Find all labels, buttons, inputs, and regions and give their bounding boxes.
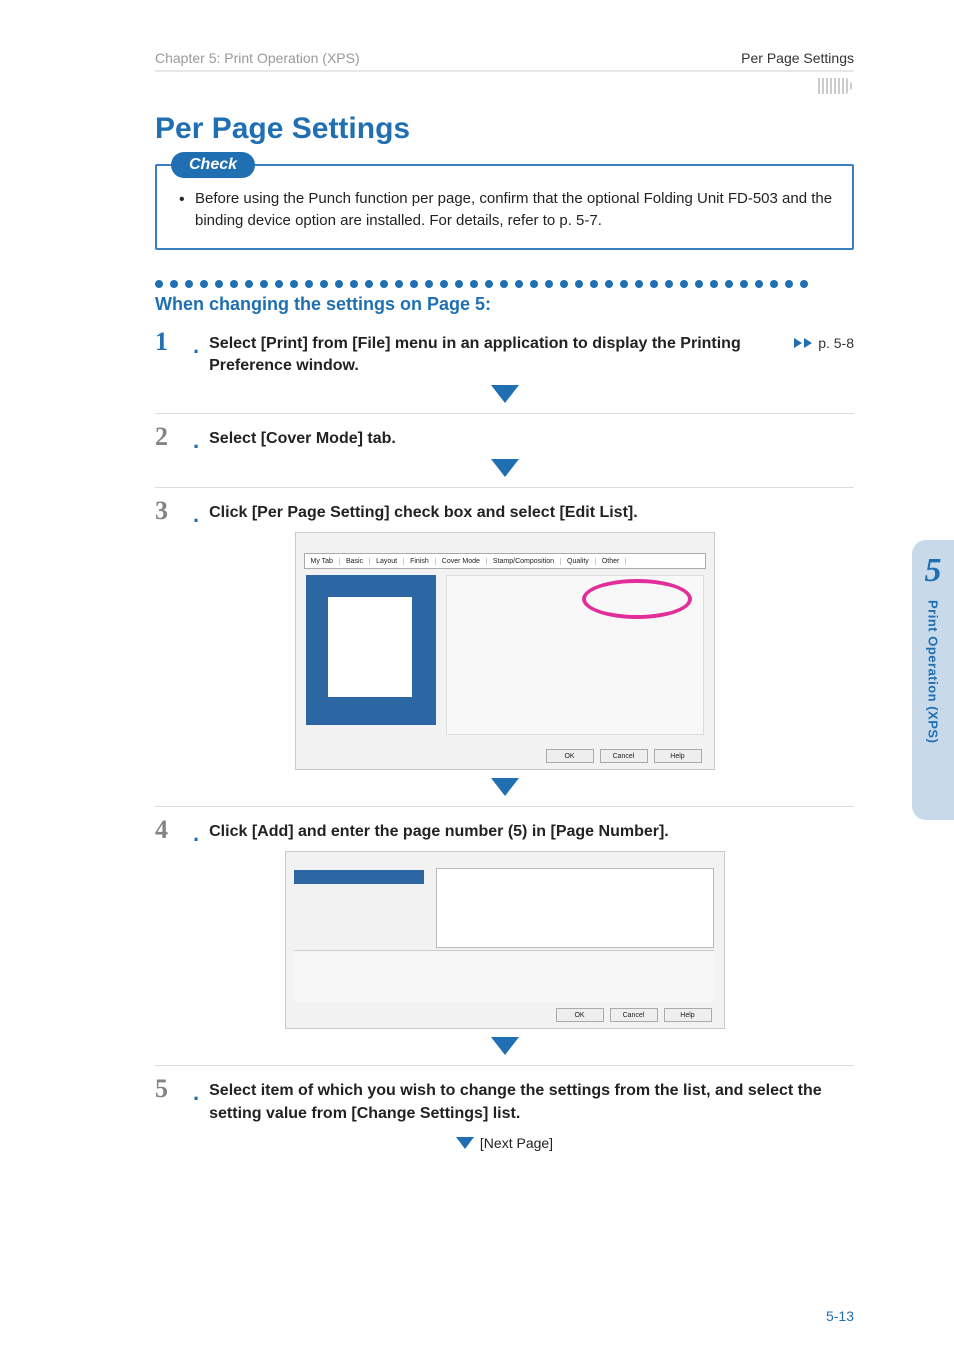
- page-number-panel: [294, 870, 424, 884]
- page-header: Chapter 5: Print Operation (XPS) Per Pag…: [155, 50, 854, 72]
- step-2: 2 . Select [Cover Mode] tab.: [155, 424, 854, 450]
- step-divider: [155, 487, 854, 488]
- flow-arrow-icon: [491, 1037, 519, 1055]
- step-1-text: Select [Print] from [File] menu in an ap…: [209, 329, 764, 378]
- step-4-text: Click [Add] and enter the page number (5…: [209, 817, 854, 843]
- step-3: 3 . Click [Per Page Setting] check box a…: [155, 498, 854, 524]
- step-divider: [155, 806, 854, 807]
- step-divider: [155, 1065, 854, 1066]
- step-dot-icon: .: [193, 823, 199, 845]
- highlight-ring-icon: [582, 579, 692, 619]
- header-ornament: [155, 78, 854, 94]
- check-callout: Check Before using the Punch function pe…: [155, 164, 854, 250]
- step-2-number: 2: [155, 424, 185, 450]
- chapter-side-tab: 5 Print Operation (XPS): [912, 540, 954, 820]
- step-5-text: Select item of which you wish to change …: [209, 1076, 854, 1125]
- step-1: 1 . Select [Print] from [File] menu in a…: [155, 329, 854, 378]
- ok-button[interactable]: OK: [546, 749, 594, 763]
- step-dot-icon: .: [193, 335, 199, 357]
- check-bullet: Before using the Punch function per page…: [173, 188, 836, 232]
- step-1-ref-text: p. 5-8: [818, 335, 854, 351]
- dotted-divider: [155, 278, 854, 290]
- reference-arrow-icon: [804, 338, 812, 348]
- step-5: 5 . Select item of which you wish to cha…: [155, 1076, 854, 1125]
- screenshot-edit-list: OK Cancel Help: [285, 851, 725, 1029]
- help-button[interactable]: Help: [654, 749, 702, 763]
- step-dot-icon: .: [193, 504, 199, 526]
- step-1-number: 1: [155, 329, 185, 355]
- next-page-row[interactable]: [Next Page]: [155, 1135, 854, 1151]
- sub-heading: When changing the settings on Page 5:: [155, 294, 854, 315]
- step-4-number: 4: [155, 817, 185, 843]
- step-4: 4 . Click [Add] and enter the page numbe…: [155, 817, 854, 843]
- settings-list: [436, 868, 714, 948]
- help-button[interactable]: Help: [664, 1008, 712, 1022]
- dialog-buttons: OK Cancel Help: [556, 1008, 712, 1022]
- page-number: 5-13: [826, 1308, 854, 1324]
- next-arrow-icon: [456, 1137, 474, 1149]
- chapter-label: Chapter 5: Print Operation (XPS): [155, 50, 360, 66]
- flow-arrow-icon: [491, 385, 519, 403]
- cancel-button[interactable]: Cancel: [600, 749, 648, 763]
- add-edit-panel: [294, 950, 714, 1002]
- page-preview: [306, 575, 436, 725]
- screenshot-printing-preferences: My TabBasicLayoutFinishCover ModeStamp/C…: [295, 532, 715, 770]
- step-3-number: 3: [155, 498, 185, 524]
- side-chapter-number: 5: [925, 552, 942, 590]
- next-page-label: [Next Page]: [480, 1135, 553, 1151]
- step-3-text: Click [Per Page Setting] check box and s…: [209, 498, 854, 524]
- step-2-text: Select [Cover Mode] tab.: [209, 424, 854, 450]
- step-dot-icon: .: [193, 430, 199, 452]
- reference-arrow-icon: [794, 338, 802, 348]
- flow-arrow-icon: [491, 459, 519, 477]
- section-label: Per Page Settings: [741, 50, 854, 66]
- step-1-ref[interactable]: p. 5-8: [794, 329, 854, 351]
- dialog-buttons: OK Cancel Help: [546, 749, 702, 763]
- page-title: Per Page Settings: [155, 112, 854, 146]
- ok-button[interactable]: OK: [556, 1008, 604, 1022]
- check-pill: Check: [171, 152, 255, 178]
- cancel-button[interactable]: Cancel: [610, 1008, 658, 1022]
- step-dot-icon: .: [193, 1082, 199, 1104]
- step-5-number: 5: [155, 1076, 185, 1102]
- side-chapter-label: Print Operation (XPS): [926, 600, 941, 743]
- step-divider: [155, 413, 854, 414]
- flow-arrow-icon: [491, 778, 519, 796]
- dialog-tabs: My TabBasicLayoutFinishCover ModeStamp/C…: [304, 553, 706, 569]
